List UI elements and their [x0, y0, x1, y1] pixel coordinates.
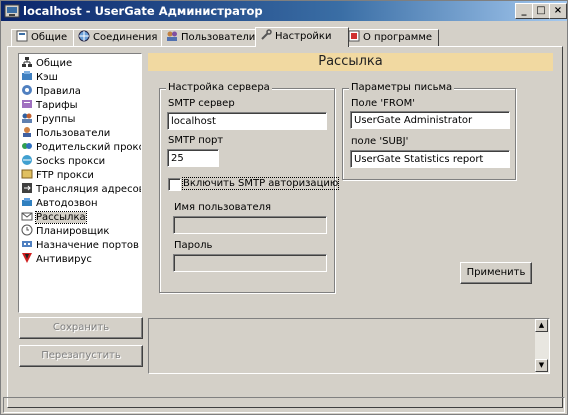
- sidebar-item-nat[interactable]: Трансляция адресов: [21, 182, 141, 196]
- groups-icon: [22, 113, 32, 123]
- password-input[interactable]: [173, 254, 327, 272]
- tab-settings[interactable]: Настройки: [255, 27, 349, 47]
- mailing-settings-panel: Рассылка Настройка сервера SMTP сервер l…: [148, 53, 553, 309]
- subject-field-label: поле 'SUBJ': [351, 136, 409, 147]
- username-label: Имя пользователя: [174, 202, 272, 213]
- maximize-button[interactable]: □: [532, 3, 550, 19]
- scroll-down-button[interactable]: ▼: [535, 359, 548, 372]
- close-button[interactable]: ×: [549, 3, 567, 19]
- log-scrollbar[interactable]: ▲ ▼: [535, 319, 549, 373]
- socks-icon: [22, 155, 32, 165]
- subject-field-input[interactable]: UserGate Statistics report: [350, 150, 510, 168]
- network-icon: [22, 57, 32, 67]
- smtp-auth-label[interactable]: Включить SMTP авторизацию: [181, 177, 340, 190]
- scheduler-icon: [21, 224, 33, 236]
- settings-icon: [261, 29, 272, 40]
- settings-nav-list[interactable]: Общие Кэш Правила Тарифы Группы Пользова…: [18, 53, 142, 313]
- from-field-input[interactable]: UserGate Administrator: [350, 111, 510, 129]
- sidebar-item-mailing[interactable]: Рассылка: [21, 210, 141, 224]
- sidebar-item-cache[interactable]: Кэш: [21, 70, 141, 84]
- parent-proxy-icon: [22, 143, 32, 149]
- sidebar-item-tariffs[interactable]: Тарифы: [21, 98, 141, 112]
- ftp-icon: [21, 169, 33, 179]
- title-bar[interactable]: localhost - UserGate Администратор _ □ ×: [1, 1, 567, 21]
- username-input[interactable]: [173, 216, 327, 234]
- about-icon: [348, 30, 360, 42]
- save-button[interactable]: Сохранить: [19, 317, 143, 339]
- smtp-server-label: SMTP сервер: [168, 98, 235, 109]
- users-icon: [23, 127, 31, 137]
- smtp-auth-checkbox[interactable]: [168, 178, 181, 191]
- users-icon: [167, 31, 177, 41]
- sidebar-item-scheduler[interactable]: Планировщик: [21, 224, 141, 238]
- sidebar-item-socks-proxy[interactable]: Socks прокси: [21, 154, 141, 168]
- app-window: localhost - UserGate Администратор _ □ ×…: [0, 0, 568, 415]
- sidebar-item-antivirus[interactable]: Антивирус: [21, 252, 141, 266]
- minimize-button[interactable]: _: [515, 3, 533, 19]
- log-box[interactable]: ▲ ▼: [148, 318, 550, 374]
- server-settings-group: Настройка сервера SMTP сервер localhost …: [159, 82, 340, 293]
- tab-connections[interactable]: Соединения: [73, 29, 167, 46]
- sidebar-item-parent-proxy[interactable]: Родительский прокси: [21, 140, 141, 154]
- sidebar-item-autodial[interactable]: Автодозвон: [21, 196, 141, 210]
- sidebar-item-ftp-proxy[interactable]: FTP прокси: [21, 168, 141, 182]
- tab-general[interactable]: Общие: [11, 29, 79, 46]
- status-bar: [3, 397, 565, 413]
- sidebar-item-rules[interactable]: Правила: [21, 84, 141, 98]
- app-icon: [4, 4, 20, 18]
- general-icon: [16, 30, 28, 42]
- tariffs-icon: [22, 100, 32, 108]
- smtp-server-input[interactable]: localhost: [167, 112, 327, 130]
- smtp-port-input[interactable]: 25: [167, 149, 219, 167]
- apply-button[interactable]: Применить: [460, 262, 532, 284]
- ports-icon: [22, 241, 32, 247]
- server-settings-title: Настройка сервера: [166, 82, 272, 93]
- sidebar-item-port-mapping[interactable]: Назначение портов: [21, 238, 141, 252]
- window-title: localhost - UserGate Администратор: [23, 4, 263, 18]
- scroll-up-button[interactable]: ▲: [535, 319, 548, 332]
- sidebar-item-general[interactable]: Общие: [21, 56, 141, 70]
- sidebar-item-groups[interactable]: Группы: [21, 112, 141, 126]
- password-label: Пароль: [174, 240, 213, 251]
- connections-icon: [78, 30, 90, 42]
- from-field-label: Поле 'FROM': [351, 98, 416, 109]
- tab-about[interactable]: О программе: [343, 29, 439, 46]
- antivirus-icon: [22, 253, 32, 263]
- sidebar-item-users[interactable]: Пользователи: [21, 126, 141, 140]
- smtp-port-label: SMTP порт: [168, 135, 224, 146]
- tab-users[interactable]: Пользователи: [161, 29, 261, 46]
- rules-icon: [22, 85, 32, 95]
- page-title: Рассылка: [148, 53, 553, 71]
- letter-settings-group: Параметры письма Поле 'FROM' UserGate Ad…: [342, 82, 516, 180]
- restart-button[interactable]: Перезапустить: [19, 345, 143, 367]
- cache-icon: [22, 71, 32, 80]
- autodial-icon: [22, 198, 32, 206]
- letter-settings-title: Параметры письма: [349, 82, 455, 93]
- mailing-icon: [21, 212, 33, 221]
- nat-icon: [22, 183, 32, 193]
